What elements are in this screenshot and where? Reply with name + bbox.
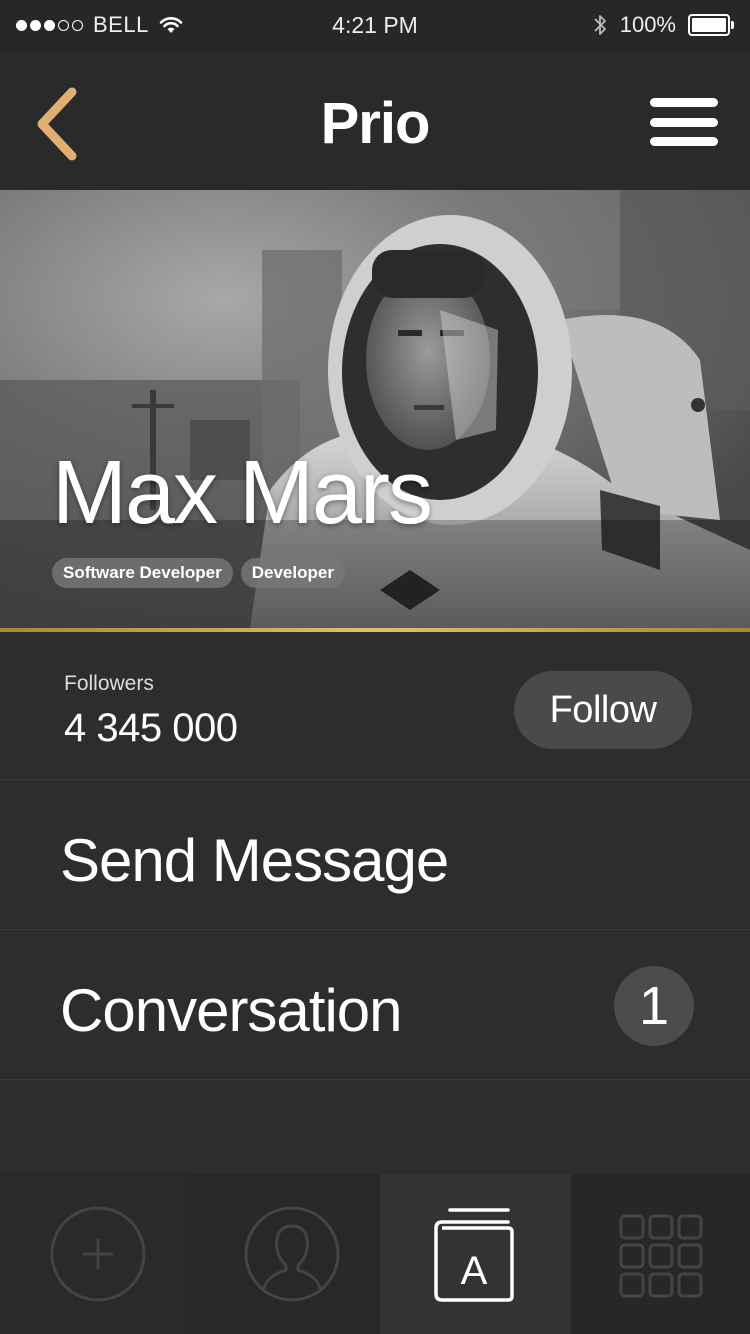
tab-bar: A [0, 1174, 750, 1334]
hamburger-line [650, 137, 718, 146]
menu-button[interactable] [650, 98, 718, 146]
profile-tags: Software Developer Developer [52, 558, 345, 588]
status-right: 100% [592, 12, 734, 38]
conversation-label: Conversation [60, 977, 403, 1044]
tab-add[interactable] [0, 1174, 190, 1334]
followers-count: 4 345 000 [64, 706, 238, 750]
profile-cover: Max Mars Software Developer Developer [0, 190, 750, 628]
add-circle-icon [50, 1206, 146, 1302]
content-filler [0, 1080, 750, 1174]
send-message-label: Send Message [60, 827, 449, 894]
send-message-row[interactable]: Send Message [0, 780, 750, 930]
followers-label: Followers [64, 672, 154, 695]
tab-grid[interactable] [571, 1174, 750, 1334]
battery-percent: 100% [619, 12, 676, 37]
hamburger-menu-icon [650, 98, 718, 107]
unread-count-badge: 1 [614, 966, 694, 1046]
profile-name: Max Mars [52, 443, 433, 543]
conversation-row[interactable]: Conversation 1 [0, 930, 750, 1080]
battery-icon [688, 14, 734, 36]
follow-button[interactable]: Follow [514, 671, 692, 749]
status-bar: BELL 4:21 PM 100% [0, 0, 750, 54]
followers-row: Followers 4 345 000 Follow [0, 632, 750, 780]
user-profile-icon [244, 1206, 340, 1302]
page-title: Prio [320, 91, 431, 156]
tag-chip[interactable]: Developer [240, 558, 345, 588]
address-book-icon: A [434, 1208, 514, 1302]
tag-chip[interactable]: Software Developer [52, 558, 233, 588]
tab-address-book[interactable]: A [380, 1174, 571, 1334]
nav-bar: Prio [0, 54, 750, 190]
tab-profile[interactable] [190, 1174, 380, 1334]
hamburger-line [650, 117, 718, 127]
bluetooth-icon [594, 15, 606, 35]
address-book-glyph: A [461, 1249, 488, 1293]
grid-icon [619, 1214, 703, 1298]
